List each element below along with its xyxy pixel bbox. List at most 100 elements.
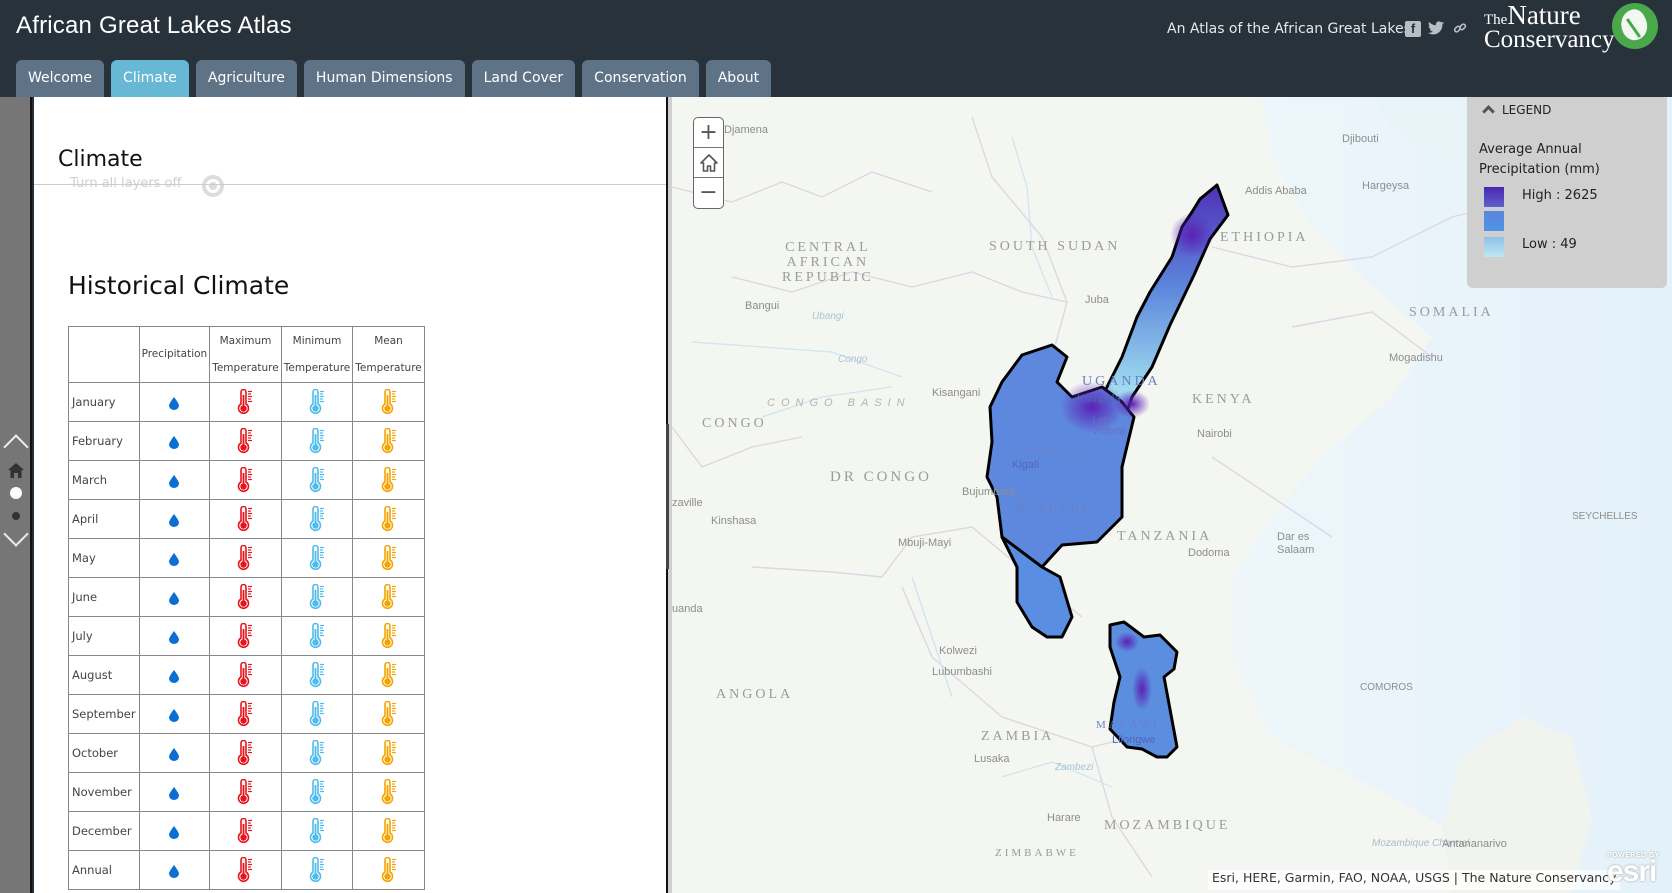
mean-temperature-cell[interactable] (352, 421, 425, 461)
precipitation-cell[interactable] (138, 811, 211, 851)
tnc-logo-text[interactable]: TheNature Conservancy (1484, 2, 1615, 53)
max-temperature-cell[interactable] (209, 538, 282, 578)
precipitation-cell[interactable] (138, 382, 211, 422)
min-temperature-cell[interactable] (280, 616, 354, 656)
thermometer-icon (381, 545, 396, 571)
mean-temperature-cell[interactable] (352, 460, 425, 500)
facebook-icon[interactable]: f (1405, 21, 1421, 37)
island-label: COMOROS (1360, 682, 1413, 693)
tnc-globe-icon[interactable] (1612, 3, 1658, 49)
precipitation-cell[interactable] (138, 850, 211, 890)
tab-about[interactable]: About (705, 60, 772, 97)
min-temperature-cell[interactable] (280, 421, 354, 461)
home-extent-button[interactable] (694, 148, 723, 178)
home-icon[interactable] (0, 463, 32, 482)
thermometer-icon (238, 701, 253, 727)
precipitation-cell[interactable] (138, 577, 211, 617)
thermometer-icon (309, 779, 324, 805)
mean-temperature-cell[interactable] (352, 733, 425, 773)
precipitation-cell[interactable] (138, 616, 211, 656)
max-temperature-cell[interactable] (209, 499, 282, 539)
table-row: September (68, 694, 425, 734)
table-row: December (68, 811, 425, 851)
max-temperature-cell[interactable] (209, 694, 282, 734)
layers-toggle-switch[interactable] (202, 175, 224, 197)
esri-logo[interactable]: POWERED BY esri (1607, 852, 1669, 890)
min-temperature-cell[interactable] (280, 538, 354, 578)
zoom-out-button[interactable]: − (694, 178, 723, 208)
max-temperature-cell[interactable] (209, 382, 282, 422)
mean-temperature-cell[interactable] (352, 850, 425, 890)
tab-welcome[interactable]: Welcome (16, 60, 105, 97)
precipitation-cell[interactable] (138, 772, 211, 812)
min-temperature-cell[interactable] (280, 460, 354, 500)
month-cell: June (68, 577, 140, 617)
link-icon[interactable] (1452, 21, 1468, 37)
section-dot-active[interactable] (10, 487, 22, 499)
max-temperature-cell[interactable] (209, 772, 282, 812)
mean-temperature-cell[interactable] (352, 655, 425, 695)
min-temperature-cell[interactable] (280, 577, 354, 617)
max-temperature-cell[interactable] (209, 655, 282, 695)
thermometer-icon (309, 428, 324, 454)
legend-toggle[interactable]: LEGEND (1481, 103, 1551, 118)
thermometer-icon (238, 506, 253, 532)
tab-agriculture[interactable]: Agriculture (195, 60, 297, 97)
min-temperature-cell[interactable] (280, 811, 354, 851)
precipitation-cell[interactable] (138, 538, 211, 578)
mean-temperature-cell[interactable] (352, 382, 425, 422)
precipitation-cell[interactable] (138, 460, 211, 500)
chevron-down-icon[interactable] (0, 528, 32, 546)
min-temperature-cell[interactable] (280, 850, 354, 890)
thermometer-icon (309, 467, 324, 493)
min-temperature-cell[interactable] (280, 733, 354, 773)
max-temperature-cell[interactable] (209, 733, 282, 773)
mean-temperature-cell[interactable] (352, 772, 425, 812)
tab-human-dimensions[interactable]: Human Dimensions (303, 60, 465, 97)
mean-temperature-cell[interactable] (352, 811, 425, 851)
tab-land-cover[interactable]: Land Cover (471, 60, 576, 97)
section-nav-rail (0, 97, 32, 893)
min-temperature-cell[interactable] (280, 499, 354, 539)
city-label: Juba (1085, 294, 1109, 306)
thermometer-icon (309, 389, 324, 415)
precipitation-cell[interactable] (138, 694, 211, 734)
twitter-icon[interactable] (1428, 21, 1444, 37)
mean-temperature-cell[interactable] (352, 694, 425, 734)
precipitation-cell[interactable] (138, 733, 211, 773)
max-temperature-cell[interactable] (209, 577, 282, 617)
table-row: April (68, 499, 425, 539)
max-temperature-cell[interactable] (209, 850, 282, 890)
mean-temperature-cell[interactable] (352, 538, 425, 578)
thermometer-icon (238, 428, 253, 454)
tab-conservation[interactable]: Conservation (582, 60, 699, 97)
min-temperature-cell[interactable] (280, 382, 354, 422)
max-temperature-cell[interactable] (209, 421, 282, 461)
table-row: June (68, 577, 425, 617)
mean-temperature-cell[interactable] (352, 577, 425, 617)
min-temperature-cell[interactable] (280, 772, 354, 812)
max-temperature-cell[interactable] (209, 460, 282, 500)
mean-temperature-cell[interactable] (352, 499, 425, 539)
max-temperature-cell[interactable] (209, 811, 282, 851)
min-temperature-cell[interactable] (280, 655, 354, 695)
tab-climate[interactable]: Climate (111, 60, 189, 97)
section-dot[interactable] (12, 512, 20, 520)
city-label: Kigali (1012, 459, 1039, 471)
table-row: November (68, 772, 425, 812)
precipitation-cell[interactable] (138, 499, 211, 539)
chevron-up-icon[interactable] (0, 431, 32, 449)
thermometer-icon (238, 740, 253, 766)
max-temperature-cell[interactable] (209, 616, 282, 656)
mean-temperature-cell[interactable] (352, 616, 425, 656)
zoom-in-button[interactable]: + (694, 118, 723, 148)
precipitation-cell[interactable] (138, 655, 211, 695)
map-attribution: Esri, HERE, Garmin, FAO, NOAA, USGS | Th… (1208, 870, 1621, 890)
thermometer-icon (309, 818, 324, 844)
panel-scrollbar[interactable] (666, 424, 669, 569)
precipitation-cell[interactable] (138, 421, 211, 461)
city-label: Mbuji-Mayi (898, 537, 952, 549)
panel-title: Climate (58, 147, 143, 172)
table-row: Annual (68, 850, 425, 890)
min-temperature-cell[interactable] (280, 694, 354, 734)
